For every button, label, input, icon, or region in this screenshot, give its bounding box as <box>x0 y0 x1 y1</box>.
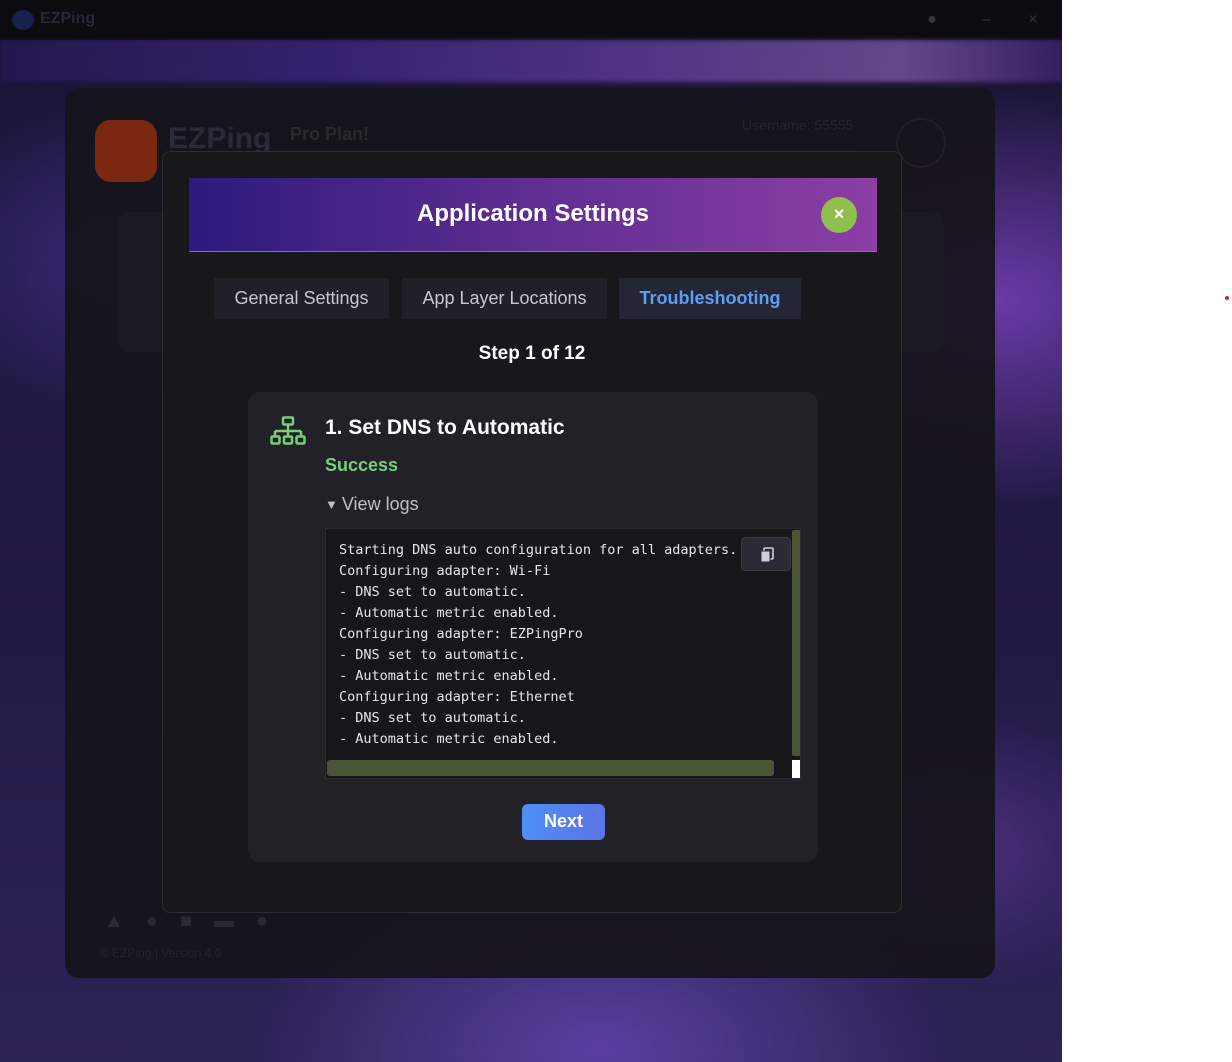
logout-button[interactable] <box>896 118 946 168</box>
log-line: - Automatic metric enabled. <box>339 731 559 747</box>
titlebar: EZPing ● – × <box>0 0 1062 40</box>
log-line: Configuring adapter: Ethernet <box>339 689 575 705</box>
tab-general-settings[interactable]: General Settings <box>214 278 389 319</box>
horizontal-scrollbar[interactable] <box>327 760 774 776</box>
log-lines: Starting DNS auto configuration for all … <box>339 540 737 750</box>
gamepad-icon[interactable]: ● <box>146 910 180 932</box>
copy-icon <box>760 547 774 563</box>
log-line: Configuring adapter: EZPingPro <box>339 626 583 642</box>
plan-badge: Pro Plan! <box>290 124 370 144</box>
log-line: - DNS set to automatic. <box>339 584 526 600</box>
minimize-icon[interactable]: – <box>974 8 998 32</box>
settings-modal: Application Settings × General Settings … <box>162 151 902 913</box>
copy-logs-button[interactable] <box>741 537 791 571</box>
footer-nav: ▲●■▬● <box>104 910 290 933</box>
log-line: - Automatic metric enabled. <box>339 668 559 684</box>
close-button[interactable]: × <box>821 197 857 233</box>
red-dot-marker <box>1225 296 1229 300</box>
tab-app-layer-locations[interactable]: App Layer Locations <box>402 278 607 319</box>
step-indicator: Step 1 of 12 <box>478 343 586 364</box>
tab-troubleshooting[interactable]: Troubleshooting <box>619 278 801 319</box>
log-line: - DNS set to automatic. <box>339 710 526 726</box>
view-logs-toggle[interactable]: ▼ View logs <box>325 494 419 515</box>
modal-header: Application Settings × <box>189 178 877 252</box>
network-icon[interactable]: ▲ <box>104 910 146 932</box>
ezping-logo-icon <box>95 120 157 182</box>
close-window-icon[interactable]: × <box>1021 8 1045 32</box>
help-icon[interactable]: ● <box>920 8 944 32</box>
version-text: © EZPing | Version 4.0 <box>100 946 222 960</box>
modal-title: Application Settings <box>416 200 649 227</box>
cloud-icon[interactable]: ▬ <box>214 910 256 932</box>
triangle-down-icon: ▼ <box>325 497 338 512</box>
app-logo-icon <box>12 10 34 30</box>
log-line: - Automatic metric enabled. <box>339 605 559 621</box>
network-icon <box>270 416 306 445</box>
log-line: Starting DNS auto configuration for all … <box>339 542 738 558</box>
banner-strip <box>0 40 1062 82</box>
next-button[interactable]: Next <box>522 804 605 840</box>
app-title: EZPing <box>40 10 96 27</box>
settings-icon[interactable]: ● <box>256 910 290 932</box>
log-output[interactable]: Starting DNS auto configuration for all … <box>325 528 801 779</box>
vertical-scrollbar[interactable] <box>792 530 800 756</box>
step-card: 1. Set DNS to Automatic Success ▼ View lo… <box>248 392 818 862</box>
monitor-icon[interactable]: ■ <box>180 910 214 932</box>
scrollbar-corner <box>792 760 800 778</box>
username-label: Username: 55555 <box>742 117 854 133</box>
log-line: - DNS set to automatic. <box>339 647 526 663</box>
step-title: 1. Set DNS to Automatic <box>325 416 565 439</box>
status-badge: Success <box>325 455 399 475</box>
log-line: Configuring adapter: Wi-Fi <box>339 563 551 579</box>
view-logs-label: View logs <box>341 494 419 514</box>
